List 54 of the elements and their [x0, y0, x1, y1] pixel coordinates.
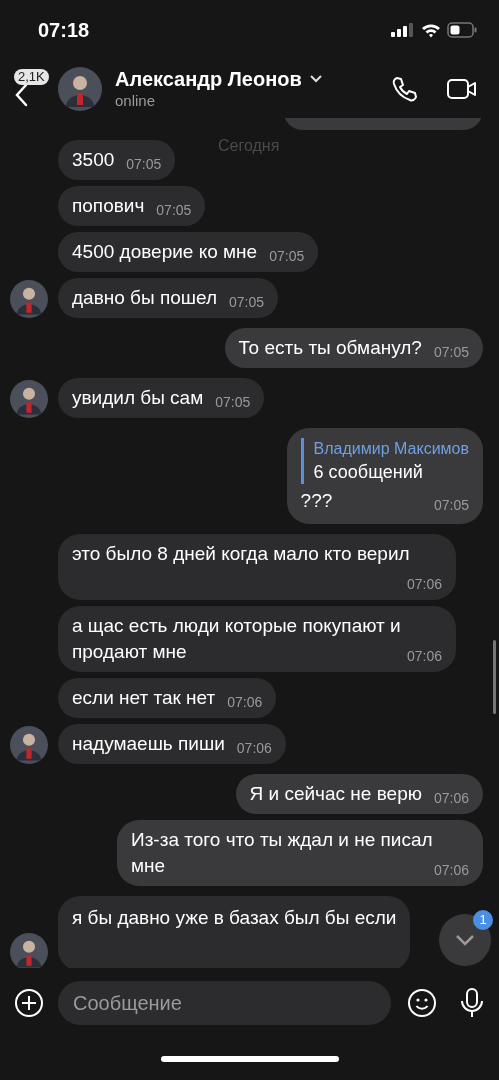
status-time: 07:18 — [38, 18, 90, 43]
avatar[interactable] — [10, 726, 48, 764]
microphone-icon[interactable] — [459, 987, 485, 1019]
message-text: Я и сейчас не верю — [249, 783, 422, 804]
reply-author: Владимир Максимов — [313, 439, 469, 459]
reply-text: 6 сообщений — [313, 461, 424, 484]
unread-badge: 1 — [473, 910, 493, 930]
signal-icon — [391, 23, 415, 37]
message-text: я бы давно уже в базах был бы если — [72, 907, 397, 928]
add-icon[interactable] — [14, 988, 44, 1018]
contact-status: online — [115, 91, 157, 111]
message-time: 07:05 — [215, 393, 251, 411]
message-time: 07:05 — [433, 496, 469, 514]
avatar[interactable] — [10, 280, 48, 318]
message-text: ??? — [300, 490, 333, 511]
phone-icon[interactable] — [391, 75, 419, 103]
message-text: если нет так нет — [72, 687, 216, 708]
contact-name[interactable]: Александр Леонов — [115, 67, 302, 91]
scrollbar[interactable] — [493, 640, 496, 714]
emoji-icon[interactable] — [407, 988, 437, 1018]
message-time: 07:06 — [406, 575, 442, 593]
back-icon — [14, 83, 28, 107]
battery-icon — [447, 22, 477, 38]
message-time: 07:06 — [406, 647, 442, 665]
message-text: а щас есть люди которые покупают и продают мне — [72, 615, 401, 662]
chevron-down-icon[interactable] — [309, 75, 322, 83]
message-time: 07:05 — [126, 155, 162, 173]
avatar[interactable] — [10, 933, 48, 968]
message-time: 07:06 — [433, 861, 469, 879]
message-time: 07:05 — [433, 343, 469, 361]
video-call-icon[interactable] — [447, 78, 477, 100]
message-text: это было 8 дней когда мало кто верил — [72, 543, 410, 564]
message-time: 07:05 — [229, 293, 265, 311]
message-time: 07:06 — [227, 693, 263, 711]
message-text: попович — [72, 195, 145, 216]
message-time: 07:06 — [236, 739, 272, 757]
message-text: 4500 доверие ко мне — [72, 241, 258, 262]
chevron-down-icon — [455, 934, 475, 946]
back-button[interactable]: 2,1K — [12, 67, 58, 111]
message-time: 07:05 — [156, 201, 192, 219]
wifi-icon — [421, 22, 441, 38]
message-text: То есть ты обманул? — [238, 337, 422, 358]
message-text: давно бы пошел — [72, 287, 218, 308]
message-text: Из-за того что ты ждал и не писал мне — [131, 829, 433, 876]
unread-count: 2,1K — [14, 69, 49, 85]
avatar[interactable] — [10, 380, 48, 418]
message-input[interactable]: Сообщение — [58, 981, 391, 1025]
message-text: надумаешь пиши — [72, 733, 225, 754]
message-time: 07:06 — [433, 789, 469, 807]
avatar[interactable] — [58, 67, 102, 111]
message-time: 07:05 — [269, 247, 305, 265]
reply-quote[interactable]: Владимир Максимов 6 сообщений — [300, 438, 469, 484]
message-text: 3500 — [72, 149, 115, 170]
message-text: увидил бы сам — [72, 387, 204, 408]
